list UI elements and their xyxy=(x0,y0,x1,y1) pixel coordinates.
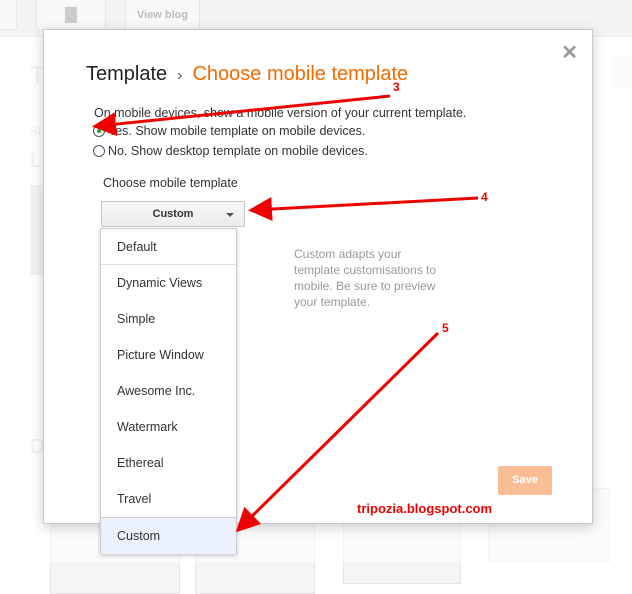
watermark: tripozia.blogspot.com xyxy=(357,501,493,516)
step-5-label: 5 xyxy=(442,321,449,335)
step-3-label: 3 xyxy=(393,80,400,94)
arrow-5 xyxy=(235,331,440,533)
arrow-4 xyxy=(248,196,479,222)
step-4-label: 4 xyxy=(481,190,488,204)
annotation-arrows xyxy=(92,94,479,533)
arrow-3 xyxy=(92,94,391,137)
